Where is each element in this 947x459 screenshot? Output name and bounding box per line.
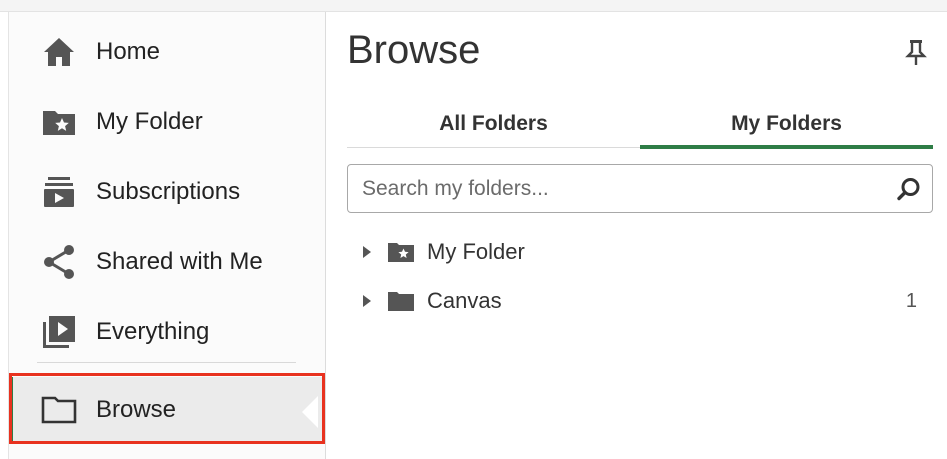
sidebar-item-label: Shared with Me [96, 248, 263, 275]
sidebar-item-label: Everything [96, 318, 210, 345]
sidebar-item-browse[interactable]: Browse [9, 377, 325, 443]
selection-pointer [302, 396, 318, 428]
search-icon[interactable] [896, 176, 922, 202]
sidebar-item-shared-with-me[interactable]: Shared with Me [9, 234, 325, 290]
item-count-badge: 1 [905, 289, 917, 312]
tree-item-canvas[interactable]: Canvas 1 [357, 284, 933, 318]
browse-panel: Browse All Folders My Folders My Folder … [327, 12, 947, 459]
sidebar-item-everything[interactable]: Everything [9, 304, 325, 360]
folder-star-icon [387, 240, 415, 264]
sidebar: Home My Folder Subscriptions Shared with… [8, 12, 326, 459]
sidebar-divider [37, 362, 296, 363]
expand-caret-icon[interactable] [363, 246, 371, 258]
tree-item-label: My Folder [427, 239, 525, 264]
subscriptions-icon [39, 172, 79, 212]
tab-all-folders[interactable]: All Folders [347, 100, 640, 147]
folder-outline-icon [39, 390, 79, 430]
sidebar-item-label: Home [96, 38, 161, 65]
search-box [347, 164, 933, 213]
pin-icon[interactable] [905, 38, 927, 66]
share-icon [39, 242, 79, 282]
video-library-icon [39, 312, 79, 352]
tab-my-folders[interactable]: My Folders [640, 100, 933, 149]
tree-item-label: Canvas [427, 288, 502, 313]
folder-icon [387, 289, 415, 313]
sidebar-item-subscriptions[interactable]: Subscriptions [9, 164, 325, 220]
sidebar-item-my-folder[interactable]: My Folder [9, 94, 325, 150]
sidebar-item-home[interactable]: Home [9, 24, 325, 80]
window-top-border [0, 0, 947, 12]
search-input[interactable] [362, 165, 882, 212]
folder-tabs: All Folders My Folders [347, 100, 933, 149]
home-icon [39, 32, 79, 72]
sidebar-item-label: Subscriptions [96, 178, 241, 205]
page-title: Browse [347, 28, 481, 72]
expand-caret-icon[interactable] [363, 295, 371, 307]
sidebar-item-label: Browse [96, 396, 177, 423]
sidebar-item-label: My Folder [96, 108, 203, 135]
folder-star-icon [39, 102, 79, 142]
tree-item-my-folder[interactable]: My Folder [357, 235, 933, 269]
